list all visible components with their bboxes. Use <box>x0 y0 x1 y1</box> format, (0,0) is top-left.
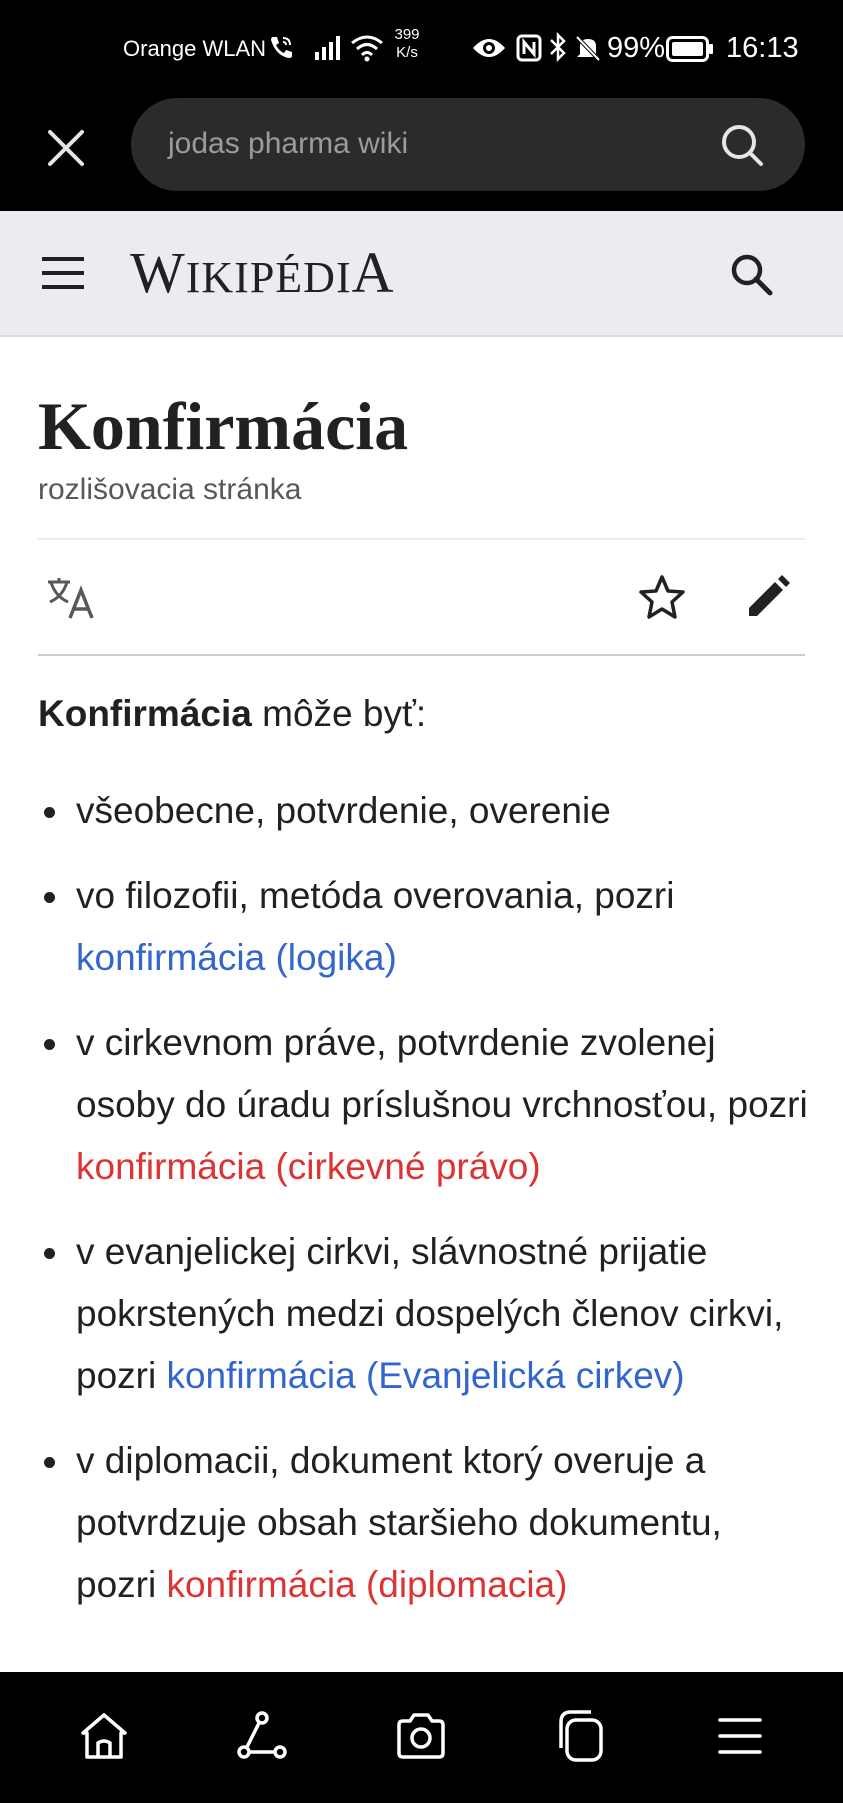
search-icon[interactable] <box>719 122 765 168</box>
mute-icon <box>575 35 601 62</box>
wordmark-last: A <box>351 240 395 305</box>
wifi-icon <box>351 35 383 62</box>
hamburger-menu-icon[interactable] <box>40 253 86 293</box>
browser-toolbar: jodas pharma wiki <box>0 98 843 211</box>
list-item-text: všeobecne, potvrdenie, overenie <box>76 790 611 831</box>
page-actions <box>38 540 805 654</box>
camera-icon[interactable] <box>393 1708 449 1764</box>
carrier-label: Orange WLAN <box>123 36 267 61</box>
wordmark-middle: IKIPÉDI <box>185 253 352 302</box>
link-konfirmacia-evanjelicka-cirkev[interactable]: konfirmácia (Evanjelická cirkev) <box>166 1355 684 1396</box>
close-icon[interactable] <box>42 124 90 172</box>
browser-bottom-nav <box>0 1672 843 1803</box>
web-page: WIKIPÉDIA Konfirmácia rozlišovacia strán… <box>0 211 843 1672</box>
link-konfirmacia-diplomacia[interactable]: konfirmácia (diplomacia) <box>166 1564 567 1605</box>
article-content: Konfirmácia môže byť: všeobecne, potvrde… <box>38 683 808 1639</box>
wifi-calling-icon <box>271 37 292 58</box>
intro-rest: môže byť: <box>251 693 427 734</box>
intro-bold: Konfirmácia <box>38 693 252 734</box>
language-icon[interactable] <box>46 576 96 620</box>
list-item: v evanjelickej cirkvi, slávnostné prijat… <box>38 1221 808 1407</box>
intro-text: Konfirmácia môže byť: <box>38 683 808 745</box>
bluetooth-icon <box>550 32 566 62</box>
net-speed-value: 399 <box>394 26 420 43</box>
clock: 16:13 <box>726 32 799 64</box>
list-item-text: v cirkevnom práve, potvrdenie zvolenej o… <box>76 1022 808 1125</box>
list-item: vo filozofii, metóda overovania, pozri k… <box>38 865 808 989</box>
net-speed: 399 K/s <box>390 26 424 62</box>
link-konfirmacia-cirkevne-pravo[interactable]: konfirmácia (cirkevné právo) <box>76 1146 541 1187</box>
home-icon[interactable] <box>76 1708 132 1764</box>
nfc-icon <box>516 34 542 62</box>
signal-icon <box>315 36 340 60</box>
list-item: všeobecne, potvrdenie, overenie <box>38 780 808 842</box>
menu-icon[interactable] <box>712 1708 768 1764</box>
wiki-header: WIKIPÉDIA <box>0 211 843 337</box>
share-icon[interactable] <box>234 1708 290 1764</box>
meaning-list: všeobecne, potvrdenie, overenie vo filoz… <box>38 780 808 1616</box>
wikipedia-wordmark[interactable]: WIKIPÉDIA <box>130 244 395 302</box>
list-item-text: vo filozofii, metóda overovania, pozri <box>76 875 675 916</box>
search-query[interactable]: jodas pharma wiki <box>168 127 408 161</box>
list-item: v cirkevnom práve, potvrdenie zvolenej o… <box>38 1012 808 1198</box>
wiki-search-icon[interactable] <box>728 251 774 297</box>
wordmark-first: W <box>130 240 186 305</box>
star-icon[interactable] <box>638 574 686 620</box>
divider <box>38 654 805 656</box>
eye-icon <box>473 39 505 57</box>
search-bar[interactable]: jodas pharma wiki <box>131 98 805 191</box>
battery-percent: 99% <box>607 32 666 64</box>
tabs-icon[interactable] <box>553 1708 609 1764</box>
link-konfirmacia-logika[interactable]: konfirmácia (logika) <box>76 937 397 978</box>
edit-pencil-icon[interactable] <box>745 574 791 620</box>
net-speed-unit: K/s <box>396 44 418 61</box>
page-title: Konfirmácia <box>38 388 409 464</box>
list-item: v diplomacii, dokument ktorý overuje a p… <box>38 1430 808 1616</box>
status-bar: Orange WLAN 399 K/s 99% 16:13 <box>0 0 843 98</box>
page-subtitle: rozlišovacia stránka <box>38 473 302 506</box>
battery-icon <box>666 36 713 62</box>
